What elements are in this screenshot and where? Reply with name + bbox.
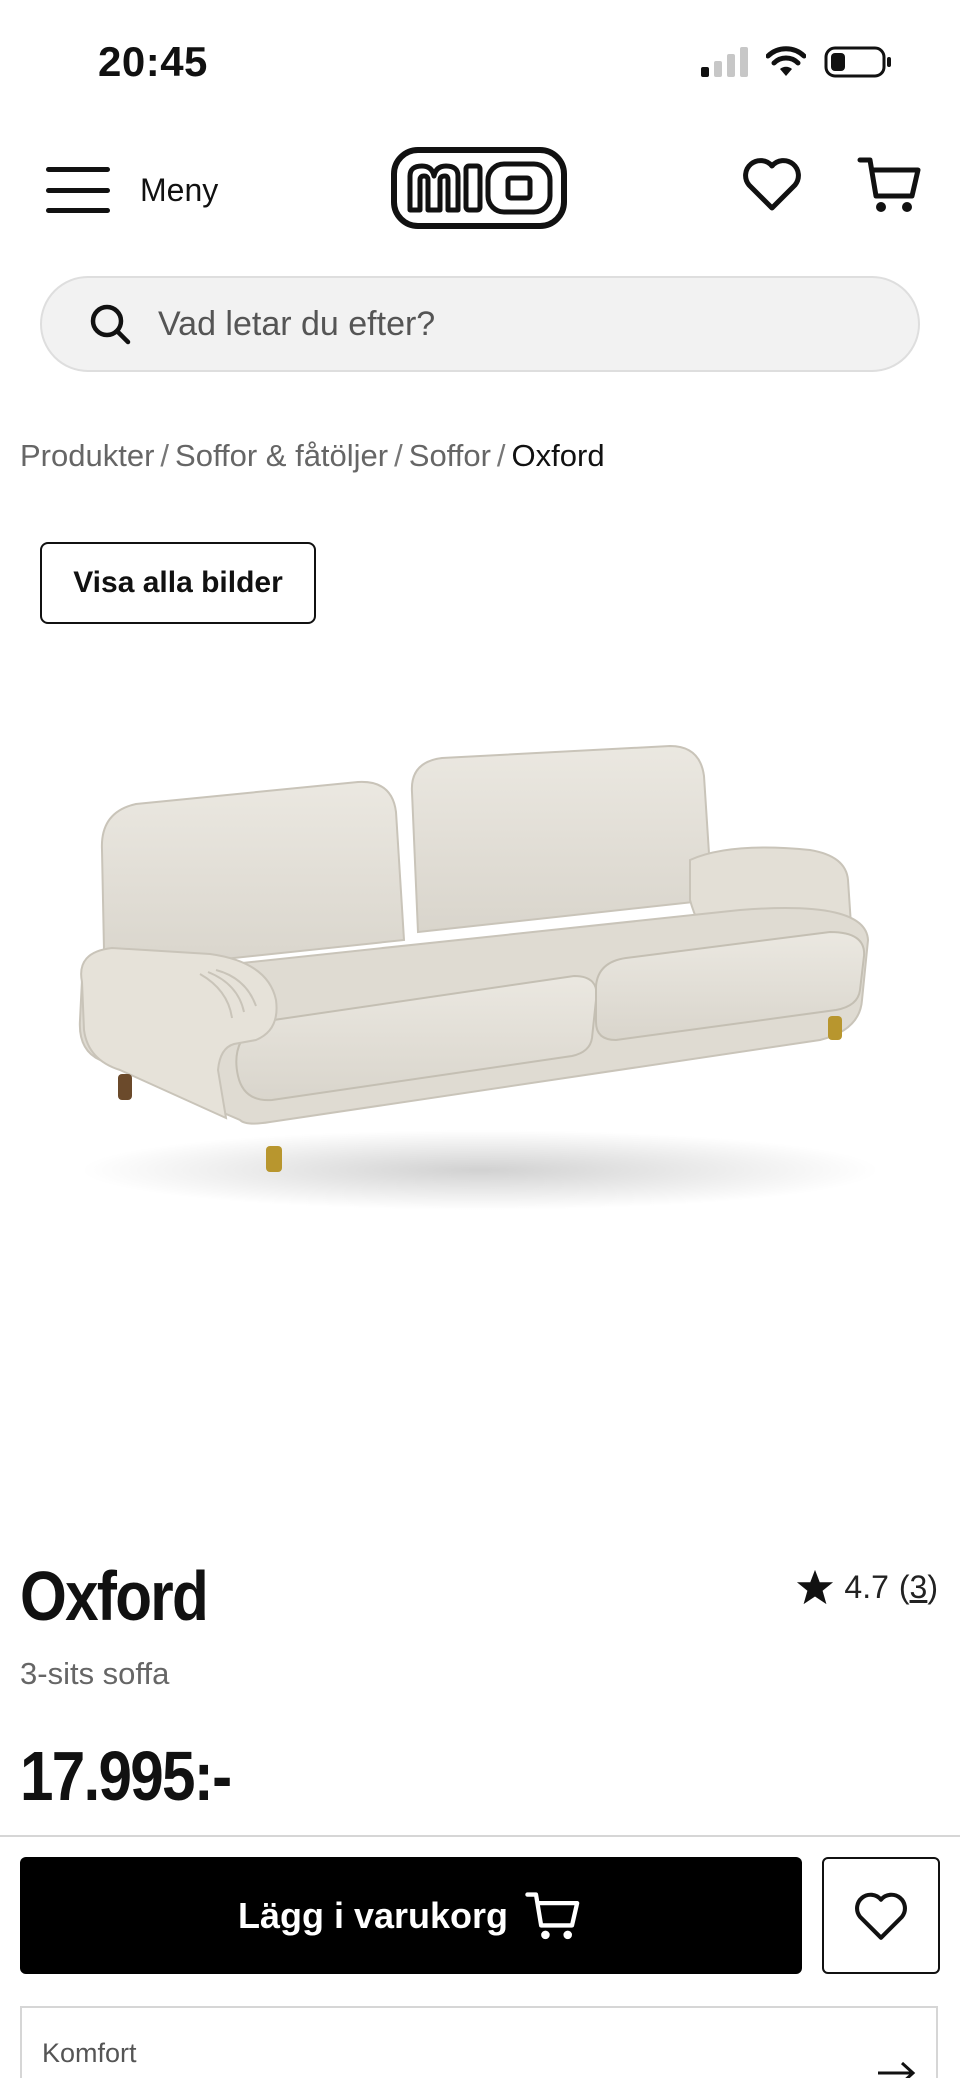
breadcrumb: Produkter / Soffor & fåtöljer / Soffor / Oxfor…	[20, 438, 605, 474]
review-count-wrapper[interactable]: (3)	[899, 1569, 938, 1606]
add-to-wishlist-button[interactable]	[822, 1857, 940, 1974]
product-subtitle: 3-sits soffa	[20, 1656, 170, 1691]
breadcrumb-link[interactable]: Soffor	[409, 438, 491, 473]
product-image[interactable]	[40, 700, 920, 1260]
breadcrumb-separator: /	[160, 438, 170, 473]
menu-button[interactable]: Meny	[46, 160, 218, 220]
status-bar: 20:45	[0, 0, 960, 120]
show-all-images-button[interactable]: Visa alla bilder	[40, 542, 316, 624]
arrow-right-icon	[878, 2061, 916, 2078]
wifi-icon	[766, 46, 806, 76]
comfort-label: Komfort	[42, 2038, 137, 2068]
product-rating[interactable]: 4.7 (3)	[796, 1568, 938, 1606]
header: Meny	[0, 120, 960, 260]
battery-icon	[824, 46, 891, 78]
search-icon	[90, 304, 131, 345]
search-input[interactable]	[158, 304, 898, 344]
hamburger-icon	[46, 167, 110, 213]
breadcrumb-current: Oxford	[511, 438, 605, 473]
menu-label: Meny	[140, 171, 219, 208]
cellular-signal-icon	[701, 47, 748, 77]
breadcrumb-link[interactable]: Produkter	[20, 438, 154, 473]
cart-icon[interactable]	[856, 150, 926, 220]
heart-icon[interactable]	[740, 152, 804, 216]
search-bar[interactable]	[40, 276, 920, 372]
product-price: 17.995:-	[20, 1737, 232, 1815]
heart-icon	[855, 1892, 907, 1940]
comfort-panel[interactable]: Komfort	[20, 2006, 938, 2078]
rating-value: 4.7	[844, 1568, 889, 1605]
breadcrumb-link[interactable]: Soffor & fåtöljer	[175, 438, 388, 473]
product-title: Oxford	[20, 1557, 209, 1635]
mio-logo[interactable]	[390, 146, 568, 230]
breadcrumb-separator: /	[394, 438, 403, 473]
divider	[0, 1835, 960, 1837]
status-time: 20:45	[98, 38, 208, 85]
add-to-cart-button[interactable]: Lägg i varukorg	[20, 1857, 802, 1974]
breadcrumb-separator: /	[496, 438, 506, 473]
star-icon	[797, 1569, 834, 1605]
add-to-cart-label: Lägg i varukorg	[237, 1894, 509, 1936]
review-count[interactable]: 3	[910, 1569, 928, 1605]
status-icons	[701, 44, 894, 80]
cart-icon	[525, 1891, 580, 1939]
